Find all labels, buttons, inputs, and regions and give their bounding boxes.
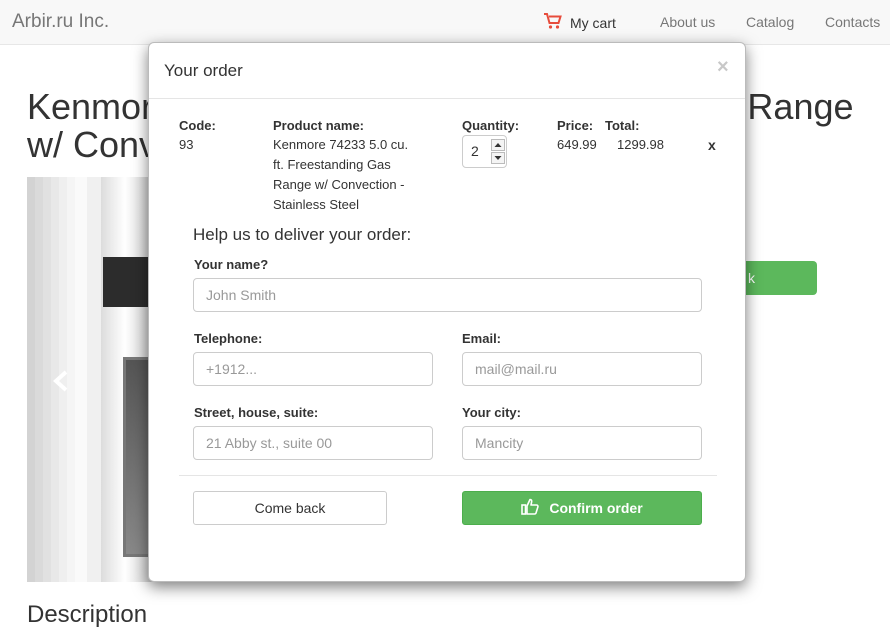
cart-label: My cart xyxy=(570,14,616,31)
quantity-stepper[interactable]: 2 xyxy=(462,135,507,168)
item-total: 1299.98 xyxy=(617,137,664,152)
spin-up-icon[interactable] xyxy=(491,139,505,151)
email-label: Email: xyxy=(462,331,502,346)
column-quantity: Quantity: xyxy=(462,118,520,133)
item-code: 93 xyxy=(179,137,194,152)
street-label: Street, house, suite: xyxy=(194,405,319,420)
modal-header: Your order × xyxy=(149,43,745,99)
name-field[interactable] xyxy=(193,278,702,312)
quantity-value: 2 xyxy=(471,143,479,159)
spin-down-icon[interactable] xyxy=(491,152,505,164)
item-product-line-1: Kenmore 74233 5.0 cu. xyxy=(273,137,409,152)
shopping-cart-icon xyxy=(544,13,570,32)
cart-link[interactable]: My cart xyxy=(544,13,616,32)
item-product-line-3: Range w/ Convection - xyxy=(273,177,405,192)
modal-title: Your order xyxy=(164,61,243,80)
street-field[interactable] xyxy=(193,426,433,460)
chevron-left-icon[interactable] xyxy=(51,370,73,392)
item-product-line-4: Stainless Steel xyxy=(273,197,359,212)
nav-link-contacts[interactable]: Contacts xyxy=(825,14,880,30)
thumbs-up-icon xyxy=(521,498,549,518)
product-image-carousel xyxy=(27,177,155,582)
telephone-label: Telephone: xyxy=(194,331,263,346)
order-modal: Your order × Code: Product name: Quantit… xyxy=(148,42,746,582)
footer-divider xyxy=(179,475,717,476)
item-price: 649.99 xyxy=(557,137,597,152)
name-label: Your name? xyxy=(194,257,269,272)
confirm-order-label: Confirm order xyxy=(549,500,643,516)
email-field[interactable] xyxy=(462,352,702,386)
telephone-field[interactable] xyxy=(193,352,433,386)
delivery-heading: Help us to deliver your order: xyxy=(193,225,412,244)
column-price: Price: xyxy=(557,118,594,133)
come-back-button[interactable]: Come back xyxy=(193,491,387,525)
nav-link-catalog[interactable]: Catalog xyxy=(746,14,794,30)
close-icon[interactable]: × xyxy=(717,57,729,77)
column-product: Product name: xyxy=(273,118,365,133)
nav-link-about[interactable]: About us xyxy=(660,14,715,30)
top-navbar: Arbir.ru Inc. My cart About us Catalog C… xyxy=(0,0,890,45)
confirm-order-button[interactable]: Confirm order xyxy=(462,491,702,525)
column-total: Total: xyxy=(605,118,640,133)
column-code: Code: xyxy=(179,118,216,133)
remove-item-button[interactable]: x xyxy=(708,137,716,153)
brand-logo[interactable]: Arbir.ru Inc. xyxy=(12,11,109,33)
city-label: Your city: xyxy=(462,405,521,420)
city-field[interactable] xyxy=(462,426,702,460)
description-heading: Description xyxy=(27,601,148,628)
item-product-line-2: ft. Freestanding Gas xyxy=(273,157,391,172)
